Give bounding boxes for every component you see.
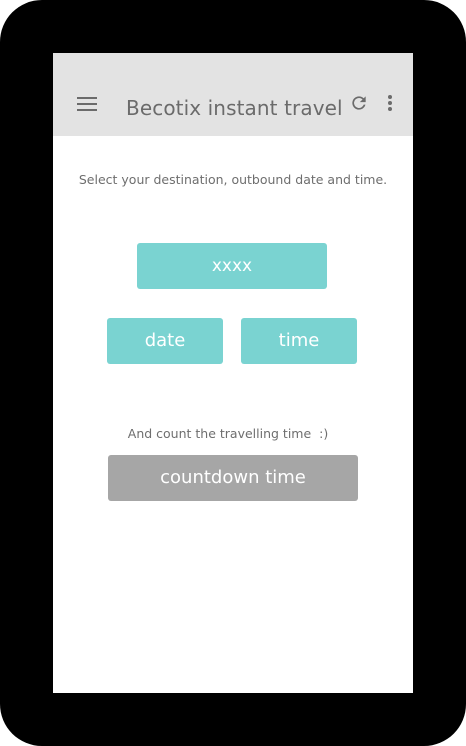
app-bar: Becotix instant travel	[53, 53, 413, 136]
app-screen: Becotix instant travel Select your desti…	[53, 53, 413, 693]
count-label: And count the travelling time :)	[127, 426, 329, 441]
overflow-menu-icon[interactable]	[384, 93, 396, 113]
instruction-text: Select your destination, outbound date a…	[78, 172, 388, 187]
date-button[interactable]: date	[107, 318, 223, 364]
refresh-icon[interactable]	[349, 93, 369, 113]
time-button[interactable]: time	[241, 318, 357, 364]
menu-icon[interactable]	[77, 97, 97, 111]
app-title: Becotix instant travel	[126, 96, 343, 120]
countdown-button[interactable]: countdown time	[108, 455, 358, 501]
device-frame: Becotix instant travel Select your desti…	[0, 0, 466, 746]
destination-button[interactable]: xxxx	[137, 243, 327, 289]
